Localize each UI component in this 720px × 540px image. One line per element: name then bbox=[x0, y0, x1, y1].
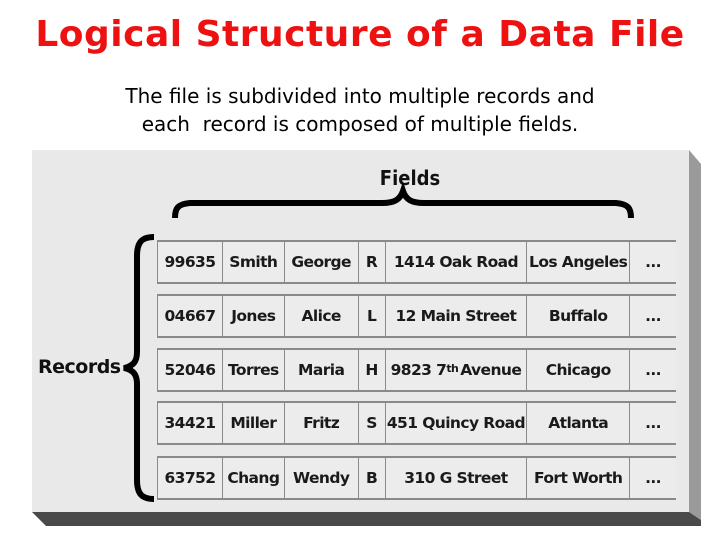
field-more: ... bbox=[645, 307, 661, 325]
field-code: R bbox=[359, 242, 386, 282]
field-code: H bbox=[359, 350, 386, 390]
field-first-name: Alice bbox=[285, 296, 359, 336]
field-first-name: Maria bbox=[285, 350, 359, 390]
field-address: 9823 7th Avenue bbox=[386, 350, 528, 390]
fields-label: Fields bbox=[379, 166, 441, 190]
record-row: 04667 Jones Alice L 12 Main Street Buffalo... bbox=[157, 294, 676, 338]
field-more: ... bbox=[645, 361, 661, 379]
field-more: ... bbox=[645, 414, 661, 432]
record-row: 99635 Smith George R 1414 Oak Road Los Angele… bbox=[157, 240, 676, 284]
record-row: 34421 Miller Fritz S 451 Quincy Road Atlanta.… bbox=[157, 401, 676, 445]
field-last-name: Jones bbox=[223, 296, 285, 336]
field-city: Atlanta bbox=[527, 403, 631, 443]
field-address: 12 Main Street bbox=[386, 296, 528, 336]
panel-bottom-bevel bbox=[32, 512, 701, 526]
field-id: 99635 bbox=[158, 242, 223, 282]
page-title: Logical Structure of a Data File bbox=[35, 14, 685, 55]
ordinal-suffix: th bbox=[446, 361, 459, 375]
field-first-name: Fritz bbox=[285, 403, 359, 443]
field-more: ... bbox=[645, 469, 661, 487]
field-id: 04667 bbox=[158, 296, 223, 336]
subtitle: The file is subdivided into multiple rec… bbox=[0, 82, 720, 138]
field-id: 63752 bbox=[158, 458, 223, 498]
field-id: 52046 bbox=[158, 350, 223, 390]
panel-right-bevel bbox=[689, 150, 701, 520]
record-row: 63752 Chang Wendy B 310 G Street Fort Worth..… bbox=[157, 456, 676, 500]
field-code: B bbox=[359, 458, 386, 498]
field-address: 310 G Street bbox=[386, 458, 528, 498]
field-city: Los Angeles bbox=[527, 242, 631, 282]
records-brace-icon bbox=[123, 234, 155, 502]
subtitle-line-1: The file is subdivided into multiple rec… bbox=[125, 84, 595, 108]
field-id: 34421 bbox=[158, 403, 223, 443]
field-code: L bbox=[359, 296, 386, 336]
field-city: Buffalo bbox=[527, 296, 631, 336]
field-code: S bbox=[359, 403, 386, 443]
fields-brace-icon bbox=[172, 181, 634, 219]
field-last-name: Torres bbox=[223, 350, 285, 390]
field-last-name: Chang bbox=[223, 458, 285, 498]
field-last-name: Smith bbox=[223, 242, 285, 282]
records-label: Records bbox=[38, 356, 121, 378]
subtitle-line-2: each record is composed of multiple fiel… bbox=[141, 112, 579, 136]
record-row: 52046 Torres Maria H 9823 7th Avenue Chicago..… bbox=[157, 348, 676, 392]
field-address: 1414 Oak Road bbox=[386, 242, 528, 282]
field-address: 451 Quincy Road bbox=[386, 403, 528, 443]
field-city: Fort Worth bbox=[527, 458, 631, 498]
field-last-name: Miller bbox=[223, 403, 285, 443]
field-first-name: Wendy bbox=[285, 458, 359, 498]
field-more: ... bbox=[645, 253, 661, 271]
field-city: Chicago bbox=[527, 350, 631, 390]
field-first-name: George bbox=[285, 242, 359, 282]
